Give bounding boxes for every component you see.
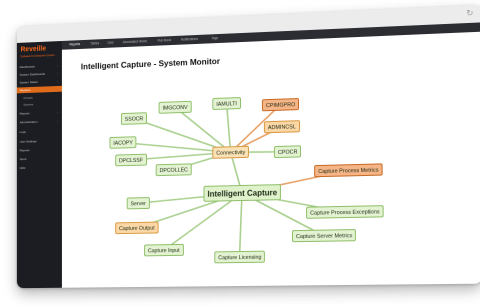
sidebar-item-reports[interactable]: Reports › [20, 109, 59, 116]
sidebar-item-reports-2[interactable]: Reports [20, 146, 59, 153]
sidebar-item-dashboards[interactable]: Dashboards › [20, 63, 59, 70]
sidebar-item-logs[interactable]: Logs [20, 128, 59, 135]
node-iacopy[interactable]: IACOPY [109, 136, 137, 149]
chevron-right-icon: › [57, 110, 59, 115]
node-server[interactable]: Server [126, 197, 150, 210]
node-cpimgpro[interactable]: CPIMGPRO [261, 97, 300, 112]
node-cpocr[interactable]: CPOCR [273, 145, 302, 159]
node-dpclssf[interactable]: DPCLSSF [115, 153, 147, 167]
node-capture-server-metrics[interactable]: Capture Server Metrics [291, 229, 357, 243]
node-capture-output[interactable]: Capture Output [115, 221, 159, 235]
node-intelligent-capture[interactable]: Intelligent Capture [203, 184, 282, 202]
sidebar-item-help[interactable]: Help [20, 164, 59, 171]
node-capture-input[interactable]: Capture Input [144, 243, 184, 257]
tab-grid[interactable]: Grid [108, 39, 114, 48]
node-iamulti[interactable]: IAMULTI [212, 97, 241, 111]
tab-tags[interactable]: Tags [211, 34, 218, 43]
node-admincsl[interactable]: ADMINCSL [263, 120, 300, 134]
brand-subtitle: Software for Enterprise Content [20, 53, 55, 59]
sidebar-item-send[interactable]: Send [20, 155, 59, 162]
chevron-right-icon: › [57, 71, 59, 76]
sidebar-item-system-dashboards[interactable]: System Dashboards › [20, 70, 59, 77]
brand-logo: Reveille [20, 45, 47, 54]
node-capture-process-metrics[interactable]: Capture Process Metrics [314, 163, 383, 178]
sidebar-item-system-status[interactable]: System Status › [20, 78, 59, 85]
node-capture-process-exceptions[interactable]: Capture Process Exceptions [306, 205, 384, 219]
sidebar-item-administration[interactable]: Administration › [20, 118, 59, 125]
sidebar-item-user-settings[interactable]: User Settings [20, 138, 59, 145]
node-ssocr[interactable]: SSOCR [120, 112, 148, 125]
sidebar: Reveille Software for Enterprise Content… [16, 40, 62, 289]
app-window: ↻ Reveille Software for Enterprise Conte… [16, 4, 480, 289]
node-dpcollec[interactable]: DPCOLLEC [155, 163, 192, 177]
node-connectivity[interactable]: Connectivity [212, 145, 250, 159]
sidebar-item-servers[interactable]: Servers [23, 100, 62, 107]
node-capture-licensing[interactable]: Capture Licensing [214, 250, 266, 264]
mindmap-link [238, 192, 243, 258]
chevron-right-icon: › [57, 63, 59, 68]
node-imgconv[interactable]: IMGCONV [158, 100, 192, 114]
refresh-icon[interactable]: ↻ [466, 8, 473, 18]
mindmap-link [226, 103, 232, 153]
sidebar-item-monitors[interactable]: Monitors [16, 85, 62, 94]
tab-tables[interactable]: Tables [90, 39, 99, 48]
main-content: Intelligent Capture - System Monitor Con… [61, 31, 480, 288]
chevron-right-icon: › [57, 79, 59, 84]
chevron-right-icon: › [57, 119, 59, 124]
